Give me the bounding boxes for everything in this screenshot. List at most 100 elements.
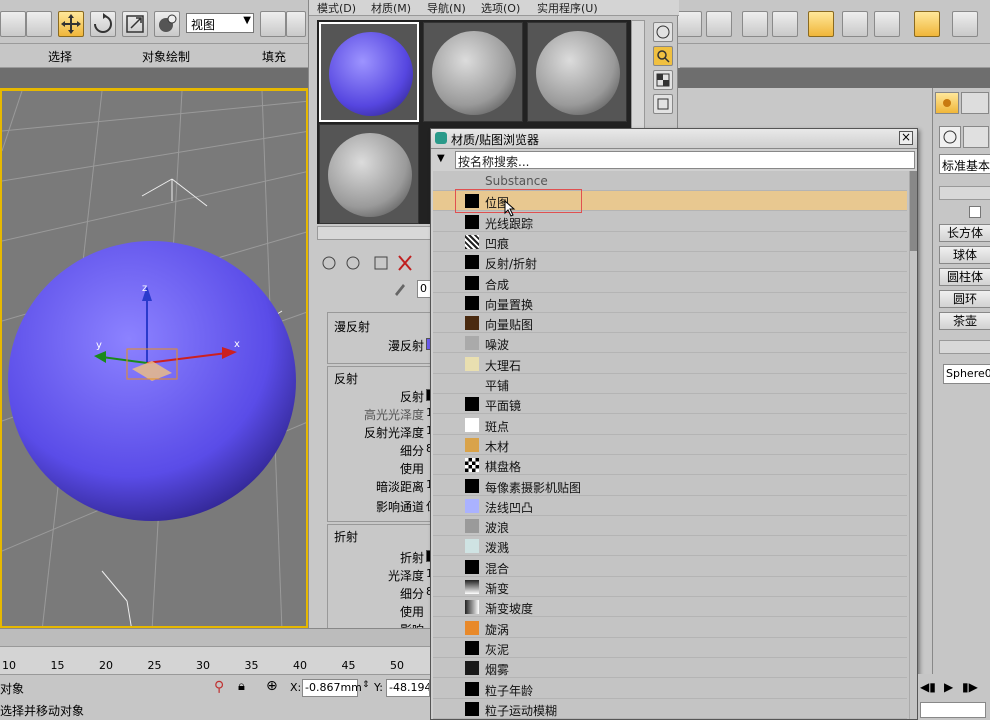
sun-icon [943,99,951,107]
map-list-item[interactable]: 木材 [433,435,907,455]
play-icon[interactable]: ▶ [944,680,953,694]
map-list-item[interactable]: 波浪 [433,516,907,537]
map-list-item[interactable]: Substance [433,171,907,191]
y-coordinate-field[interactable]: -48.194 [386,679,430,697]
map-list-item[interactable]: 每像素摄影机贴图 [433,476,907,496]
map-type-icon [465,640,479,655]
refract-use-interp-label: 使用 [399,605,424,619]
map-list-item[interactable]: 混合 [433,557,907,577]
align-button[interactable] [706,11,732,37]
create-tab[interactable] [935,92,959,114]
menu-navigation[interactable]: 导航(N) [427,0,466,16]
sample-slot-1[interactable] [319,22,419,122]
eyedropper-icon[interactable] [393,280,407,296]
x-coordinate-field[interactable]: -0.867mm [302,679,362,697]
toolbar-spacer-button[interactable] [676,11,702,37]
curve-editor-button[interactable] [842,11,868,37]
map-list-item[interactable]: 凹痕 [433,232,907,252]
placement-button[interactable] [154,11,180,37]
map-list-item[interactable]: 旋涡 [433,618,907,638]
map-list-item[interactable]: 斑点 [433,415,907,435]
select-and-scale-button[interactable] [122,11,148,37]
map-type-icon [465,559,479,574]
scrollbar-thumb[interactable] [910,171,917,251]
select-label: 选择 [48,50,73,64]
close-icon[interactable]: × [899,131,913,145]
teapot-button[interactable]: 茶壶 [939,312,990,330]
box-button[interactable]: 长方体 [939,224,990,242]
rotate-icon [94,13,112,33]
lock-icon[interactable]: 🔒︎ [238,679,245,694]
reference-coordinate-dropdown[interactable]: 视图 ▼ [186,13,254,33]
ribbon-button[interactable] [772,11,798,37]
map-list-item[interactable]: 棋盘格 [433,455,907,476]
name-color-rollout-header[interactable] [939,340,990,354]
map-list-item[interactable]: 烟雾 [433,658,907,679]
map-list-item[interactable]: 粒子年龄 [433,679,907,699]
menu-mode[interactable]: 模式(D) [317,0,356,16]
sample-uv-button[interactable] [653,94,673,114]
map-list-item[interactable]: 渐变 [433,577,907,597]
menu-material[interactable]: 材质(M) [371,0,411,16]
object-type-rollout-header[interactable] [939,186,990,200]
pivot-center-button[interactable] [260,11,286,37]
map-list-item[interactable]: 平面镜 [433,394,907,415]
rendered-frame-button[interactable] [952,11,978,37]
toolbar-more-button[interactable] [286,11,306,37]
map-list-item[interactable]: 噪波 [433,333,907,354]
track-bar[interactable]: 10 15 20 25 30 35 40 45 50 [0,646,430,674]
material-editor-button[interactable] [808,11,834,37]
menu-utilities[interactable]: 实用程序(U) [537,0,598,16]
material-name-value: 0 [420,282,427,295]
cylinder-button[interactable]: 圆柱体 [939,268,990,286]
map-list-item[interactable]: 渐变坡度 [433,597,907,618]
perspective-viewport[interactable]: z x y [0,88,308,628]
spinner-icon[interactable]: ⇕ [362,680,370,690]
svg-text:y: y [96,340,102,351]
map-list-item[interactable]: 大理石 [433,354,907,374]
map-list-item[interactable]: 平铺 [433,374,907,394]
sample-slot-3[interactable] [527,22,627,122]
map-list-item[interactable]: 向量贴图 [433,313,907,334]
map-list-item[interactable]: 泼溅 [433,536,907,557]
map-list-scrollbar[interactable] [909,171,917,719]
isolate-icon[interactable]: ⚲ [214,679,224,695]
sample-slot-2[interactable] [423,22,523,122]
current-frame-field[interactable] [920,702,986,718]
sample-slot-4[interactable] [319,124,419,224]
map-list-item[interactable]: 向量置换 [433,293,907,313]
search-input[interactable]: 按名称搜索... [455,151,915,169]
map-list-item[interactable]: 灰泥 [433,638,907,658]
select-and-rotate-button[interactable] [90,11,116,37]
prompt-text: 选择并移动对象 [0,704,85,718]
absolute-mode-icon[interactable]: ⊕ [266,678,278,694]
menu-options[interactable]: 选项(O) [481,0,520,16]
sample-type-button[interactable] [653,22,673,42]
torus-button[interactable]: 圆环 [939,290,990,308]
geometry-button[interactable] [939,126,961,148]
map-list-item[interactable]: 反射/折射 [433,252,907,273]
map-list-item[interactable]: 粒子运动模糊 [433,699,907,719]
layer-manager-button[interactable] [742,11,768,37]
shapes-button[interactable] [963,126,989,148]
schematic-view-button[interactable] [874,11,900,37]
autogrid-checkbox[interactable] [969,206,981,218]
object-name-field[interactable]: Sphere00 [943,364,990,384]
map-list-item[interactable]: 合成 [433,273,907,293]
object-type-dropdown[interactable]: 标准基本 [939,154,990,174]
time-slider[interactable] [0,628,430,646]
background-button[interactable] [653,70,673,90]
modify-tab[interactable] [961,92,989,114]
window-crossing-button[interactable] [26,11,52,37]
map-type-icon [465,661,479,676]
options-chevron-icon[interactable]: ▼ [437,153,445,164]
sphere-button[interactable]: 球体 [939,246,990,264]
map-type-icon [465,336,479,351]
select-and-move-button[interactable] [58,11,84,37]
map-list-item[interactable]: 法线凹凸 [433,496,907,516]
prev-frame-icon[interactable]: ◀▮ [920,680,936,694]
select-region-button[interactable] [0,11,26,37]
render-setup-button[interactable] [914,11,940,37]
backlight-button[interactable] [653,46,673,66]
next-frame-icon[interactable]: ▮▶ [962,680,978,694]
